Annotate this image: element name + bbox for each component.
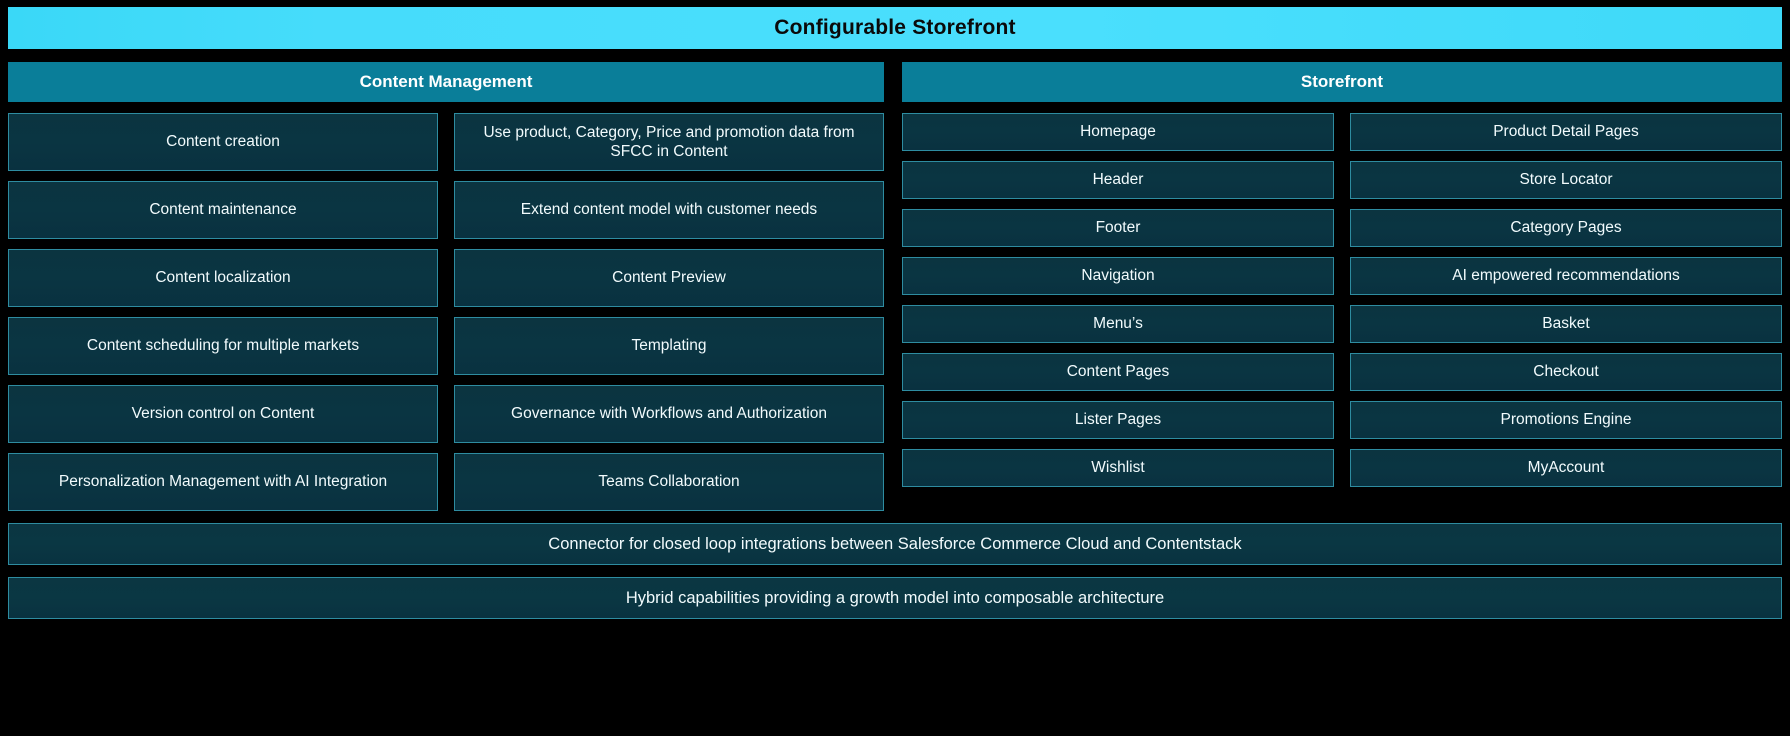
cm-card[interactable]: Use product, Category, Price and promoti…: [454, 113, 884, 171]
section-header-row: Content Management Storefront: [8, 62, 1782, 102]
section-header-content-management-label: Content Management: [359, 72, 533, 91]
sf-card-label: Store Locator: [1519, 171, 1613, 189]
section-header-content-management: Content Management: [8, 62, 884, 102]
sf-card[interactable]: MyAccount: [1350, 449, 1782, 487]
cm-card-label: Content scheduling for multiple markets: [86, 337, 360, 355]
sf-card[interactable]: Navigation: [902, 257, 1334, 295]
cm-card-label: Version control on Content: [131, 405, 315, 423]
sf-card[interactable]: Wishlist: [902, 449, 1334, 487]
cm-card-label: Content Preview: [612, 269, 726, 287]
sf-card-label: Navigation: [1081, 267, 1155, 285]
sf-card-label: Basket: [1542, 315, 1590, 333]
title-banner: Configurable Storefront: [8, 7, 1782, 49]
cm-card-label: Teams Collaboration: [598, 473, 740, 491]
sf-card-label: Checkout: [1533, 363, 1599, 381]
cm-column-1: Content creation Content maintenance Con…: [8, 113, 438, 511]
diagram-root: Configurable Storefront Content Manageme…: [0, 0, 1790, 736]
sf-card-label: Wishlist: [1091, 459, 1145, 477]
sf-card[interactable]: Header: [902, 161, 1334, 199]
cm-card[interactable]: Content maintenance: [8, 181, 438, 239]
hybrid-capabilities-bar-label: Hybrid capabilities providing a growth m…: [625, 588, 1165, 607]
sf-card[interactable]: Menu’s: [902, 305, 1334, 343]
section-header-storefront-label: Storefront: [1300, 72, 1384, 91]
cm-card[interactable]: Content scheduling for multiple markets: [8, 317, 438, 375]
connector-bar[interactable]: Connector for closed loop integrations b…: [8, 523, 1782, 565]
sf-card-label: Header: [1092, 171, 1144, 189]
cm-card[interactable]: Content Preview: [454, 249, 884, 307]
cm-card-label: Personalization Management with AI Integ…: [58, 473, 388, 491]
sf-card[interactable]: Category Pages: [1350, 209, 1782, 247]
sf-card[interactable]: Footer: [902, 209, 1334, 247]
sf-card[interactable]: Promotions Engine: [1350, 401, 1782, 439]
cm-card[interactable]: Teams Collaboration: [454, 453, 884, 511]
sf-card-label: Homepage: [1080, 123, 1156, 141]
sf-card[interactable]: Checkout: [1350, 353, 1782, 391]
cm-card-label: Use product, Category, Price and promoti…: [483, 123, 855, 160]
cm-card[interactable]: Personalization Management with AI Integ…: [8, 453, 438, 511]
cm-column-2: Use product, Category, Price and promoti…: [454, 113, 884, 511]
section-header-storefront: Storefront: [902, 62, 1782, 102]
cm-card[interactable]: Version control on Content: [8, 385, 438, 443]
sf-card[interactable]: Product Detail Pages: [1350, 113, 1782, 151]
sf-card[interactable]: AI empowered recommendations: [1350, 257, 1782, 295]
sf-card-label: Promotions Engine: [1500, 411, 1632, 429]
sf-column-2: Product Detail Pages Store Locator Categ…: [1350, 113, 1782, 511]
cm-card-label: Content localization: [155, 269, 291, 287]
sf-card-label: Content Pages: [1066, 363, 1170, 381]
sf-card-label: Lister Pages: [1074, 411, 1162, 429]
sf-card[interactable]: Lister Pages: [902, 401, 1334, 439]
sf-card-label: Category Pages: [1510, 219, 1622, 237]
hybrid-capabilities-bar[interactable]: Hybrid capabilities providing a growth m…: [8, 577, 1782, 619]
sf-card-label: MyAccount: [1527, 459, 1605, 477]
sf-card-label: Menu’s: [1093, 315, 1143, 333]
panel-content-management: Content creation Content maintenance Con…: [8, 113, 884, 511]
cm-card[interactable]: Content creation: [8, 113, 438, 171]
panels-container: Content creation Content maintenance Con…: [8, 113, 1782, 511]
sf-card[interactable]: Store Locator: [1350, 161, 1782, 199]
sf-card-label: AI empowered recommendations: [1452, 267, 1680, 285]
cm-card-label: Governance with Workflows and Authorizat…: [511, 405, 827, 423]
sf-card[interactable]: Content Pages: [902, 353, 1334, 391]
cm-card[interactable]: Content localization: [8, 249, 438, 307]
cm-card[interactable]: Extend content model with customer needs: [454, 181, 884, 239]
sf-column-1: Homepage Header Footer Navigation Menu’s…: [902, 113, 1334, 511]
cm-card-label: Extend content model with customer needs: [520, 201, 818, 219]
cm-card[interactable]: Governance with Workflows and Authorizat…: [454, 385, 884, 443]
sf-card-label: Product Detail Pages: [1493, 123, 1639, 141]
sf-card[interactable]: Basket: [1350, 305, 1782, 343]
connector-bar-label: Connector for closed loop integrations b…: [548, 534, 1242, 553]
cm-card-label: Content maintenance: [149, 201, 297, 219]
cm-card-label: Content creation: [166, 133, 280, 151]
sf-card-label: Footer: [1095, 219, 1141, 237]
page-title: Configurable Storefront: [774, 16, 1016, 39]
bottom-bars-container: Connector for closed loop integrations b…: [8, 523, 1782, 619]
panel-storefront: Homepage Header Footer Navigation Menu’s…: [902, 113, 1782, 511]
sf-card[interactable]: Homepage: [902, 113, 1334, 151]
cm-card[interactable]: Templating: [454, 317, 884, 375]
cm-card-label: Templating: [631, 337, 707, 355]
